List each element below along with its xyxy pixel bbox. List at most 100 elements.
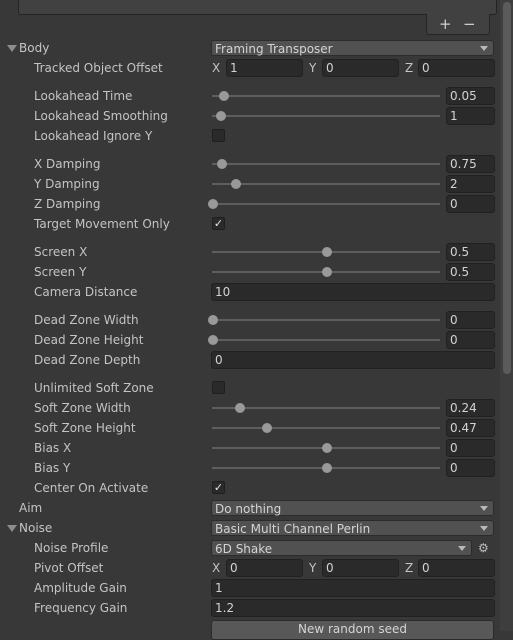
tracked-offset-z-field[interactable]: 0 [418, 59, 495, 77]
slider-track[interactable] [212, 203, 440, 205]
slider-label: Z Damping [34, 197, 101, 211]
slider-track[interactable] [212, 407, 440, 409]
slider-value-field[interactable]: 0.75 [446, 155, 495, 173]
unlimited-soft-zone-label: Unlimited Soft Zone [34, 381, 154, 395]
lookahead-ignore-y-checkbox[interactable] [212, 129, 225, 142]
lookahead-ignore-y-label: Lookahead Ignore Y [34, 129, 153, 143]
slider-knob[interactable] [235, 403, 246, 413]
center-on-activate-label: Center On Activate [34, 481, 149, 495]
slider-track[interactable] [212, 115, 440, 117]
target-movement-only-label: Target Movement Only [34, 217, 170, 231]
noise-dropdown-value: Basic Multi Channel Perlin [215, 522, 371, 536]
amplitude-gain-field[interactable]: 1 [211, 579, 495, 597]
pivot-offset-y-field[interactable]: 0 [322, 559, 399, 577]
body-label: Body [19, 41, 50, 55]
tracked-object-offset-label: Tracked Object Offset [34, 61, 163, 75]
remove-button[interactable]: − [463, 15, 476, 33]
slider-value-field[interactable]: 0.5 [446, 243, 495, 261]
unlimited-soft-zone-checkbox[interactable] [212, 381, 225, 394]
frequency-gain-field[interactable]: 1.2 [211, 599, 495, 617]
pivot-offset-z-field[interactable]: 0 [418, 559, 495, 577]
slider-knob[interactable] [215, 111, 226, 121]
slider-label: Dead Zone Width [34, 313, 139, 327]
slider-track[interactable] [212, 95, 440, 97]
tracked-offset-x-label: X [212, 61, 221, 75]
body-foldout-icon[interactable] [7, 45, 17, 52]
slider-value-field[interactable]: 0.05 [446, 87, 495, 105]
camera-distance-label: Camera Distance [34, 285, 138, 299]
slider-knob[interactable] [216, 159, 227, 169]
aim-dropdown-value: Do nothing [215, 502, 282, 516]
slider-value-field[interactable]: 0 [446, 439, 495, 457]
add-button[interactable]: + [439, 15, 452, 33]
noise-profile-dropdown[interactable]: 6D Shake [211, 540, 472, 556]
slider-label: Bias Y [34, 461, 71, 475]
slider-value-field[interactable]: 0.24 [446, 399, 495, 417]
slider-knob[interactable] [208, 315, 218, 325]
slider-knob[interactable] [261, 423, 272, 433]
slider-knob[interactable] [322, 267, 332, 277]
tracked-offset-x-field[interactable]: 1 [226, 59, 303, 77]
slider-label: Dead Zone Height [34, 333, 144, 347]
noise-profile-label: Noise Profile [34, 541, 109, 555]
slider-value-field[interactable]: 2 [446, 175, 495, 193]
scrollbar-thumb[interactable] [503, 2, 511, 374]
slider-label: Screen Y [34, 265, 87, 279]
target-movement-only-checkbox[interactable]: ✓ [212, 217, 225, 230]
tracked-offset-y-field[interactable]: 0 [322, 59, 399, 77]
body-dropdown-value: Framing Transposer [215, 42, 333, 56]
chevron-down-icon [458, 546, 466, 551]
chevron-down-icon [480, 46, 488, 51]
gear-icon[interactable]: ⚙ [478, 541, 489, 555]
pivot-offset-label: Pivot Offset [34, 561, 104, 575]
slider-value-field[interactable]: 1 [446, 107, 495, 125]
slider-value-field[interactable]: 0 [446, 459, 495, 477]
aim-dropdown[interactable]: Do nothing [211, 500, 494, 516]
pivot-offset-x-field[interactable]: 0 [226, 559, 303, 577]
new-random-seed-button[interactable]: New random seed [211, 620, 494, 640]
camera-distance-field[interactable]: 10 [211, 283, 495, 301]
slider-track[interactable] [212, 163, 440, 165]
slider-value-field[interactable]: 0.5 [446, 263, 495, 281]
center-on-activate-checkbox[interactable]: ✓ [212, 481, 225, 494]
slider-knob[interactable] [322, 247, 332, 257]
slider-knob[interactable] [219, 91, 230, 101]
pivot-offset-z-label: Z [405, 561, 414, 575]
slider-knob[interactable] [208, 199, 218, 209]
slider-track[interactable] [212, 319, 440, 321]
slider-knob[interactable] [322, 443, 332, 453]
slider-label: Bias X [34, 441, 72, 455]
slider-track[interactable] [212, 183, 440, 185]
slider-label: Y Damping [34, 177, 100, 191]
body-dropdown[interactable]: Framing Transposer [211, 40, 494, 56]
noise-dropdown[interactable]: Basic Multi Channel Perlin [211, 520, 494, 536]
chevron-down-icon [480, 526, 488, 531]
amplitude-gain-label: Amplitude Gain [34, 581, 127, 595]
slider-label: Lookahead Smoothing [34, 109, 168, 123]
slider-label: Screen X [34, 245, 88, 259]
slider-knob[interactable] [208, 335, 218, 345]
noise-profile-value: 6D Shake [215, 542, 273, 556]
tracked-offset-z-label: Z [405, 61, 414, 75]
noise-label: Noise [19, 521, 53, 535]
slider-track[interactable] [212, 427, 440, 429]
dead-zone-depth-field[interactable]: 0 [211, 351, 495, 369]
aim-label: Aim [19, 501, 43, 515]
slider-value-field[interactable]: 0 [446, 331, 495, 349]
slider-value-field[interactable]: 0 [446, 311, 495, 329]
slider-label: X Damping [34, 157, 101, 171]
noise-foldout-icon[interactable] [7, 525, 17, 532]
slider-knob[interactable] [230, 179, 241, 189]
slider-knob[interactable] [322, 463, 332, 473]
slider-value-field[interactable]: 0.47 [446, 419, 495, 437]
slider-track[interactable] [212, 339, 440, 341]
slider-label: Soft Zone Height [34, 421, 136, 435]
list-box [18, 0, 497, 15]
slider-value-field[interactable]: 0 [446, 195, 495, 213]
slider-label: Soft Zone Width [34, 401, 131, 415]
frequency-gain-label: Frequency Gain [34, 601, 128, 615]
tracked-offset-y-label: Y [309, 61, 317, 75]
dead-zone-depth-label: Dead Zone Depth [34, 353, 141, 367]
slider-label: Lookahead Time [34, 89, 133, 103]
list-add-remove-bar: + − [426, 14, 490, 35]
